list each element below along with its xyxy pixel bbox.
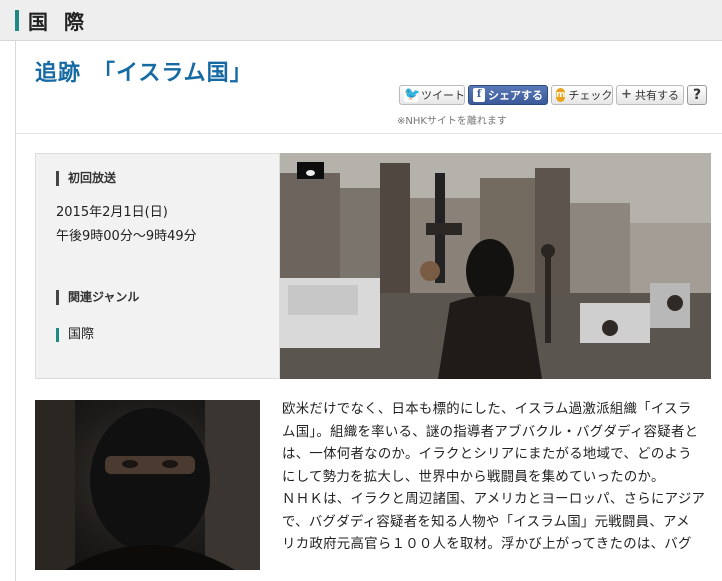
street-scene-illustration (280, 153, 711, 379)
title-area: 追跡 「イスラム国」 🐦 ツイート f シェアする m チェック + 共有する … (16, 41, 722, 134)
section-header: 国際 (0, 0, 722, 41)
mixi-check-label: チェック (568, 89, 613, 102)
plus-icon: + (621, 87, 632, 102)
broadcast-time: 午後9時00分～9時49分 (56, 229, 197, 244)
external-site-note: ※NHKサイトを離れます (397, 116, 507, 127)
genre-link-international[interactable]: 国際 (56, 328, 94, 342)
facebook-share-label: シェアする (488, 89, 543, 102)
facebook-share-button[interactable]: f シェアする (468, 85, 548, 105)
description-line: ＮＨＫは、イラクと周辺諸国、アメリカとヨーロッパ、さらにアジア (282, 492, 706, 507)
program-title: 追跡 「イスラム国」 (35, 61, 253, 86)
program-frame: 追跡 「イスラム国」 🐦 ツイート f シェアする m チェック + 共有する … (15, 41, 722, 581)
broadcast-info-panel: 初回放送 2015年2月1日(日) 午後9時00分～9時49分 関連ジャンル 国… (35, 153, 280, 379)
tweet-label: ツイート (421, 89, 465, 102)
mixi-icon: m (556, 88, 566, 102)
description-line: ム国」。組織を率いる、謎の指導者アブバクル・バグダディ容疑者と (282, 424, 699, 440)
share-plus-button[interactable]: + 共有する (616, 85, 684, 105)
description-line: 欧米だけでなく、日本も標的にした、イスラム過激派組織「イスラ (282, 402, 692, 417)
tweet-button[interactable]: 🐦 ツイート (399, 85, 465, 105)
first-broadcast-heading: 初回放送 (56, 171, 116, 186)
description-line: で、バグダディ容疑者を知る人物や「イスラム国」元戦闘員、アメ (282, 514, 690, 530)
masked-person-photo (35, 400, 260, 570)
section-title: 国際 (28, 10, 100, 34)
program-hero-image (280, 153, 711, 379)
flag-logo (297, 162, 324, 179)
help-button[interactable]: ? (687, 85, 707, 105)
masked-figure-illustration (35, 400, 260, 570)
facebook-icon: f (473, 88, 485, 102)
description-line: にして勢力を拡大し、世界中から戦闘員を集めていったのか。 (282, 469, 665, 485)
description-line: は、一体何者なのか。イラクとシリアにまたがる地域で、どのよう (282, 447, 692, 462)
program-description: 欧米だけでなく、日本も標的にした、イスラム過激派組織「イスラ ム国」。組織を率い… (282, 399, 708, 557)
description-line: リカ政府元高官ら１００人を取材。浮かび上がってきたのは、バグ (282, 537, 692, 552)
related-genre-heading: 関連ジャンル (56, 290, 139, 305)
twitter-bird-icon: 🐦 (404, 87, 421, 102)
broadcast-date: 2015年2月1日(日) (56, 205, 168, 220)
section-accent-bar (15, 10, 19, 31)
mixi-check-button[interactable]: m チェック (551, 85, 613, 105)
share-label: 共有する (635, 89, 679, 102)
